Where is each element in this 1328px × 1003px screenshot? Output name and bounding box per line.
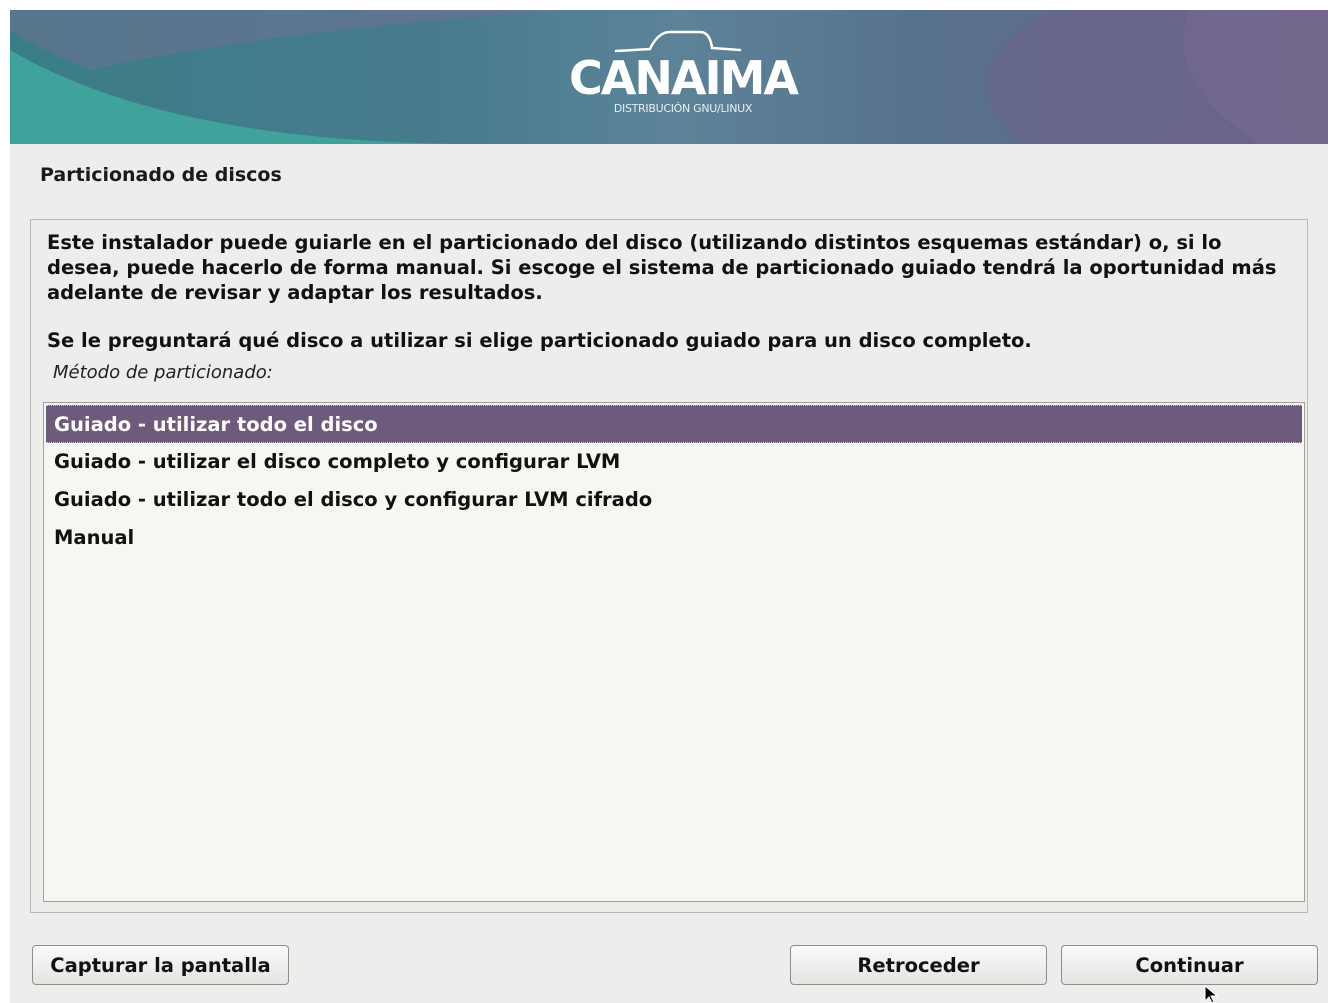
brand-logo-text: CANAIMA	[569, 51, 799, 105]
question-text: Se le preguntará qué disco a utilizar si…	[47, 329, 1032, 352]
screenshot-button[interactable]: Capturar la pantalla	[32, 945, 289, 985]
mouse-pointer-icon	[1204, 985, 1219, 1003]
partition-method-list[interactable]: Guiado - utilizar todo el disco Guiado -…	[43, 402, 1305, 902]
continue-button[interactable]: Continuar	[1061, 945, 1318, 985]
back-button[interactable]: Retroceder	[790, 945, 1047, 985]
brand-tagline: DISTRIBUCIÓN GNU/LINUX	[613, 102, 753, 115]
installer-window: Particionado de discos Este instalador p…	[10, 10, 1328, 1003]
content-panel: Este instalador puede guiarle en el part…	[30, 219, 1308, 913]
description-text: Este instalador puede guiarle en el part…	[47, 231, 1277, 304]
option-guided-encrypted-lvm[interactable]: Guiado - utilizar todo el disco y config…	[46, 481, 1302, 519]
option-guided-lvm[interactable]: Guiado - utilizar el disco completo y co…	[46, 443, 1302, 481]
page-title: Particionado de discos	[40, 164, 282, 186]
option-guided-whole-disk[interactable]: Guiado - utilizar todo el disco	[46, 405, 1302, 443]
option-manual[interactable]: Manual	[46, 519, 1302, 557]
partition-method-label: Método de particionado:	[53, 362, 273, 383]
